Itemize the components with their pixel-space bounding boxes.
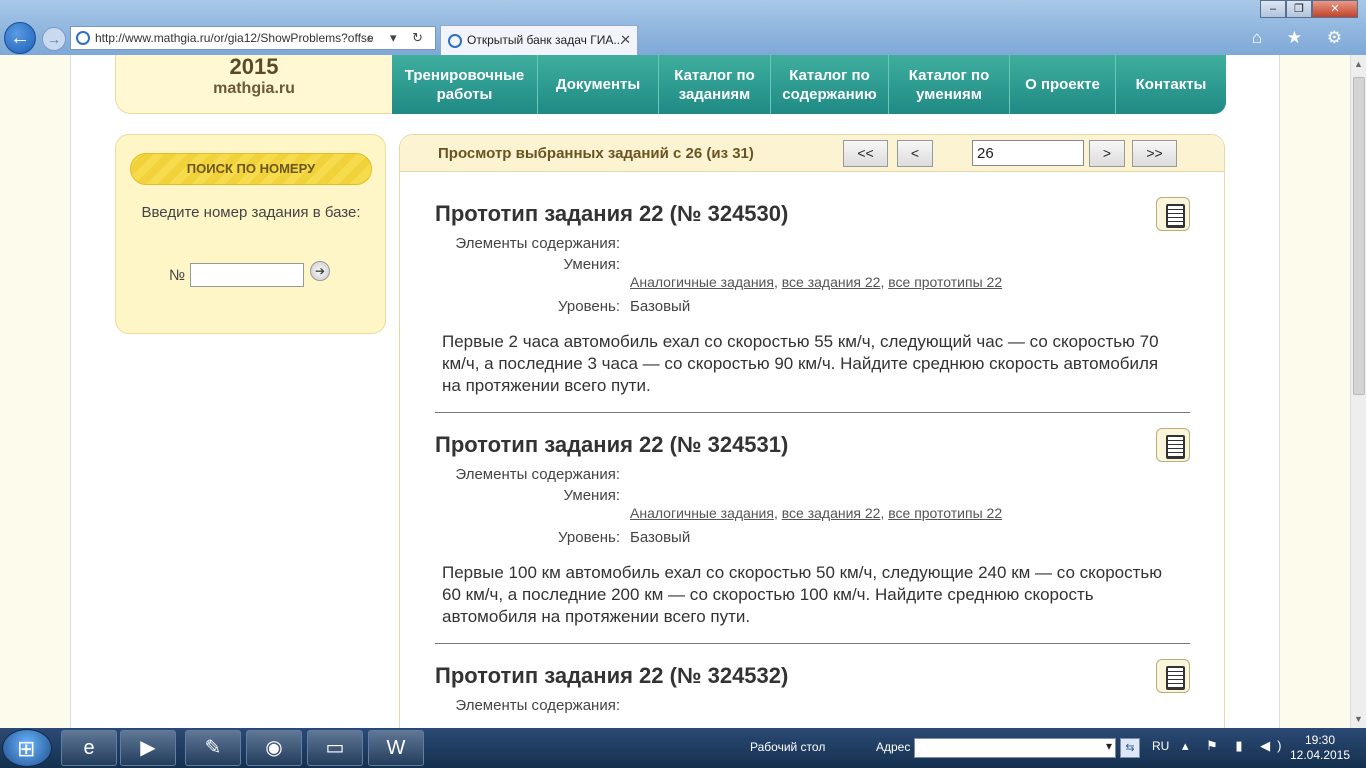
- browser-toolbar-icons[interactable]: ⌂ ★ ⚙: [1252, 28, 1352, 48]
- tab-close-icon[interactable]: ✕: [620, 32, 631, 48]
- scrollbar-thumb[interactable]: [1353, 77, 1365, 395]
- nav-contacts[interactable]: Контакты: [1116, 55, 1226, 114]
- nav-catalog-skills[interactable]: Каталог по умениям: [889, 55, 1010, 114]
- language-indicator[interactable]: RU: [1152, 739, 1169, 753]
- taskbar-paint-icon[interactable]: ✎: [185, 730, 241, 766]
- problem-meta: Элементы содержания: Умения: Аналогичные…: [435, 460, 1190, 546]
- problem-meta: Элементы содержания:: [435, 691, 1190, 728]
- all-prototypes-link[interactable]: все прототипы 22: [888, 274, 1002, 290]
- taskbar-clock[interactable]: 19:30 12.04.2015: [1282, 733, 1358, 763]
- last-page-button[interactable]: >>: [1132, 140, 1177, 167]
- skills-label: Умения:: [563, 487, 620, 504]
- problem-text: Первые 100 км автомобиль ехал со скорост…: [442, 563, 1163, 626]
- all-prototypes-link[interactable]: все прототипы 22: [888, 505, 1002, 521]
- search-go-icon[interactable]: ➔: [310, 261, 330, 281]
- nav-training-works[interactable]: Тренировочные работы: [392, 55, 538, 114]
- similar-tasks-link[interactable]: Аналогичные задания: [630, 505, 774, 521]
- prev-page-button[interactable]: <: [897, 140, 933, 167]
- problem-links: Аналогичные задания, все задания 22, все…: [630, 505, 1002, 521]
- problem-title: Прототип задания 22 (№ 324531): [435, 432, 789, 457]
- scroll-up-icon[interactable]: ▲: [1354, 59, 1363, 69]
- all-tasks-link[interactable]: все задания 22: [782, 274, 881, 290]
- problem-divider: [435, 643, 1190, 644]
- taskbar: e ▶ ✎ ◉ ▭ W Рабочий стол Адрес ⇆ RU ▴ ⚑ …: [0, 728, 1366, 768]
- link-separator: ,: [773, 274, 782, 290]
- problem-title: Прототип задания 22 (№ 324532): [435, 663, 789, 688]
- address-bar[interactable]: http://www.mathgia.ru/or/gia12/ShowProbl…: [70, 26, 436, 50]
- clock-date: 12.04.2015: [1289, 748, 1351, 762]
- problem-text: Первые 2 часа автомобиль ехал со скорост…: [442, 332, 1159, 395]
- nav-documents[interactable]: Документы: [538, 55, 659, 114]
- desktop-toolbar-label[interactable]: Рабочий стол: [750, 740, 825, 754]
- window-controls: – ❐ ✕: [1260, 0, 1360, 18]
- close-window-button[interactable]: ✕: [1312, 0, 1358, 18]
- nav-catalog-tasks[interactable]: Каталог по заданиям: [659, 55, 771, 114]
- taskbar-word-icon[interactable]: W: [368, 730, 424, 766]
- level-label: Уровень:: [558, 529, 620, 546]
- pager-bar: Просмотр выбранных заданий с 26 (из 31) …: [400, 135, 1224, 172]
- search-banner: ПОИСК ПО НОМЕРУ: [130, 153, 372, 185]
- problem-card: Прототип задания 22 (№ 324532) Элементы …: [435, 659, 1190, 728]
- document-icon[interactable]: [1156, 659, 1190, 693]
- taskbar-go-icon[interactable]: ⇆: [1120, 738, 1140, 758]
- problem-title: Прототип задания 22 (№ 324530): [435, 201, 789, 226]
- skills-label: Умения:: [563, 256, 620, 273]
- site-logo[interactable]: 2015 mathgia.ru: [115, 55, 393, 114]
- page: 2015 mathgia.ru Тренировочные работы Док…: [0, 55, 1350, 728]
- problem-card: Прототип задания 22 (№ 324531) Элементы …: [435, 428, 1190, 644]
- taskbar-ie-icon[interactable]: e: [61, 730, 117, 766]
- level-value: Базовый: [630, 529, 691, 546]
- similar-tasks-link[interactable]: Аналогичные задания: [630, 274, 774, 290]
- level-value: Базовый: [630, 298, 691, 315]
- logo-year: 2015: [229, 55, 279, 79]
- taskbar-address-input[interactable]: [914, 738, 1116, 758]
- address-url: http://www.mathgia.ru/or/gia12/ShowProbl…: [95, 31, 374, 45]
- system-tray-icons[interactable]: ▴ ⚑ ▮ ◀): [1182, 738, 1289, 754]
- vertical-scrollbar[interactable]: ▲ ▼: [1350, 55, 1366, 728]
- problem-divider: [435, 412, 1190, 413]
- forward-button[interactable]: →: [42, 27, 66, 51]
- pager-title: Просмотр выбранных заданий с 26 (из 31): [438, 145, 754, 162]
- link-separator: ,: [773, 505, 782, 521]
- document-icon[interactable]: [1156, 197, 1190, 231]
- first-page-button[interactable]: <<: [843, 140, 888, 167]
- taskbar-address-label: Адрес: [876, 740, 911, 754]
- document-icon[interactable]: [1156, 428, 1190, 462]
- content-elements-label: Элементы содержания:: [455, 466, 620, 483]
- taskbar-chrome-icon[interactable]: ◉: [246, 730, 302, 766]
- all-tasks-link[interactable]: все задания 22: [782, 505, 881, 521]
- problem-meta: Элементы содержания: Умения: Аналогичные…: [435, 229, 1190, 315]
- nav-about[interactable]: О проекте: [1010, 55, 1116, 114]
- problem-card: Прототип задания 22 (№ 324530) Элементы …: [435, 197, 1190, 413]
- problems-panel: Просмотр выбранных заданий с 26 (из 31) …: [399, 134, 1225, 728]
- content-elements-label: Элементы содержания:: [455, 697, 620, 714]
- address-controls[interactable]: ⌕ ▾ ↻: [367, 30, 429, 46]
- tab-mathgia[interactable]: Открытый банк задач ГИА... ✕: [440, 25, 638, 55]
- browser-chrome: – ❐ ✕ ← → http://www.mathgia.ru/or/gia12…: [0, 0, 1366, 55]
- scroll-down-icon[interactable]: ▼: [1354, 714, 1363, 724]
- next-page-button[interactable]: >: [1089, 140, 1125, 167]
- tab-favicon-icon: [448, 34, 462, 48]
- number-sign-label: №: [169, 267, 186, 284]
- page-number-input[interactable]: [972, 140, 1084, 166]
- taskbar-media-player-icon[interactable]: ▶: [120, 730, 176, 766]
- level-label: Уровень:: [558, 298, 620, 315]
- back-button[interactable]: ←: [4, 22, 36, 54]
- logo-site-name: mathgia.ru: [213, 80, 295, 97]
- search-label: Введите номер задания в базе:: [141, 204, 361, 221]
- task-number-input[interactable]: [190, 263, 304, 287]
- top-navigation: Тренировочные работы Документы Каталог п…: [392, 55, 1226, 114]
- minimize-button[interactable]: –: [1260, 0, 1286, 18]
- nav-catalog-content[interactable]: Каталог по содержанию: [771, 55, 889, 114]
- clock-time: 19:30: [1304, 733, 1336, 747]
- content-elements-label: Элементы содержания:: [455, 235, 620, 252]
- taskbar-explorer-icon[interactable]: ▭: [307, 730, 363, 766]
- maximize-button[interactable]: ❐: [1286, 0, 1312, 18]
- ie-favicon-icon: [76, 31, 90, 45]
- problem-links: Аналогичные задания, все задания 22, все…: [630, 274, 1002, 290]
- tab-title: Открытый банк задач ГИА...: [467, 33, 624, 47]
- start-button[interactable]: [2, 729, 52, 767]
- search-by-number-panel: ПОИСК ПО НОМЕРУ Введите номер задания в …: [115, 134, 386, 334]
